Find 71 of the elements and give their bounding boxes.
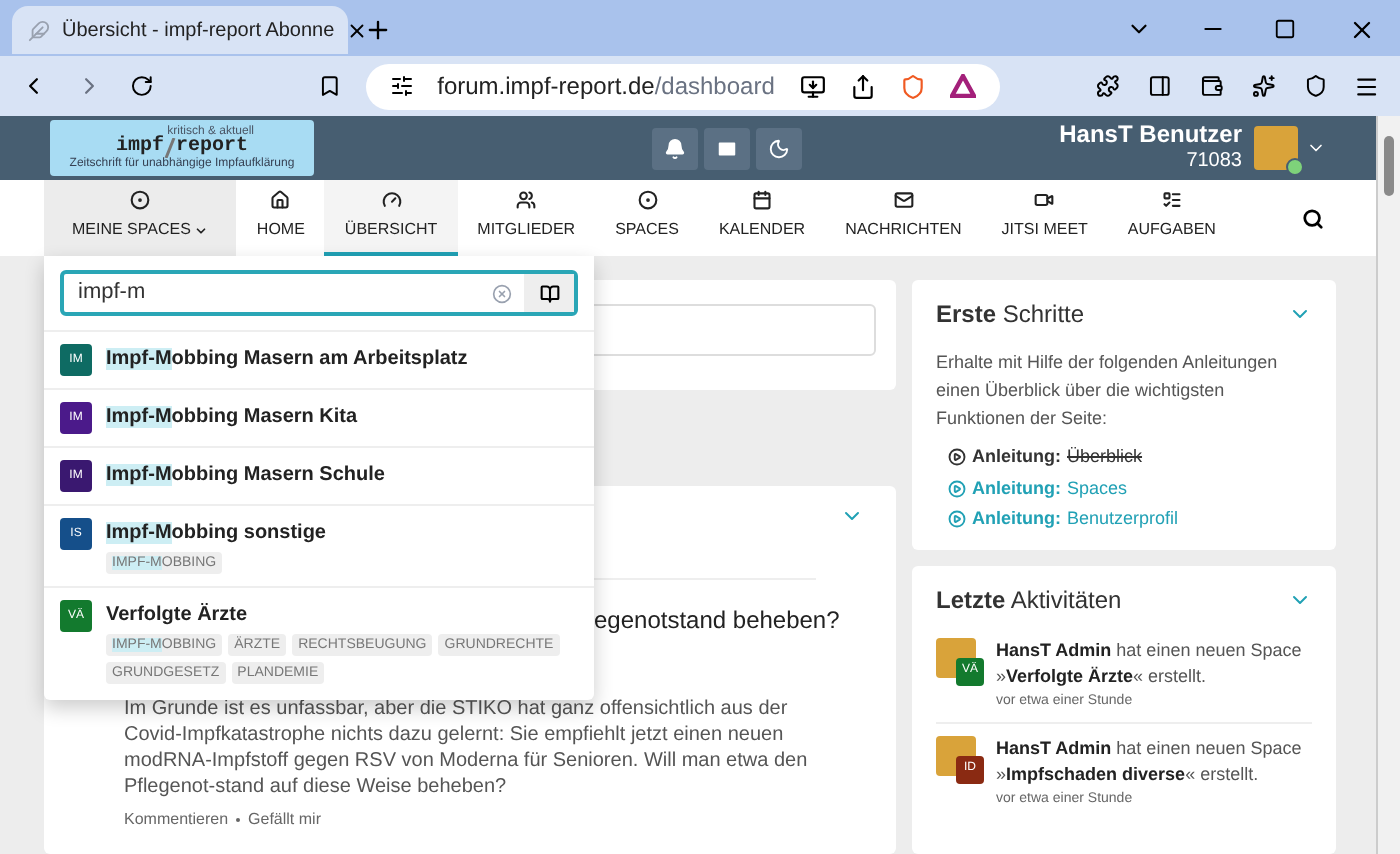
- search-icon[interactable]: [1302, 207, 1324, 229]
- sidebar-icon[interactable]: [1148, 72, 1172, 100]
- nav-tab[interactable]: JITSI MEET: [981, 180, 1108, 256]
- address-field[interactable]: forum.impf-report.de/dashboard: [365, 63, 1001, 109]
- nav-tab[interactable]: MEINE SPACES: [44, 180, 237, 256]
- new-tab-icon[interactable]: [364, 16, 392, 44]
- tutorial-link[interactable]: Anleitung: Überblick: [948, 444, 1312, 471]
- clear-icon[interactable]: [492, 283, 512, 303]
- play-icon: [948, 448, 966, 467]
- gauge-icon: [381, 190, 402, 210]
- search-value: impf-m: [76, 278, 148, 309]
- share-icon[interactable]: [850, 73, 877, 99]
- space-name: Verfolgte Ärzte: [106, 601, 250, 630]
- card-title: Erste Schritte: [936, 298, 1085, 332]
- logo-wordmark: report: [176, 138, 249, 158]
- caret-icon: [194, 223, 209, 237]
- triangle-icon[interactable]: [950, 74, 977, 98]
- book-icon: [539, 283, 559, 303]
- post-title: egenotstand beheben?: [594, 604, 840, 636]
- target-icon: [637, 190, 657, 210]
- nav-tab[interactable]: KALENDER: [698, 180, 826, 256]
- nav-tab[interactable]: MITGLIEDER: [457, 180, 596, 256]
- play-icon: [948, 479, 966, 498]
- close-window-icon[interactable]: [1348, 16, 1376, 44]
- bookmark-icon[interactable]: [317, 72, 342, 100]
- close-tab-icon[interactable]: [346, 19, 369, 41]
- play-icon: [948, 510, 966, 529]
- install-icon[interactable]: [800, 73, 827, 99]
- dark-mode-button[interactable]: [755, 127, 802, 169]
- space-search-field[interactable]: impf-m: [60, 270, 578, 316]
- calendar-icon: [752, 190, 772, 210]
- shield-icon[interactable]: [900, 73, 927, 99]
- vpn-shield-icon[interactable]: [1303, 72, 1327, 100]
- space-name: Impf-Mobbing Masern Kita: [106, 404, 358, 432]
- list-icon: [1161, 190, 1182, 210]
- user-name[interactable]: HansT Benutzer: [1059, 120, 1242, 151]
- home-icon: [270, 190, 291, 210]
- users-icon: [516, 190, 537, 210]
- space-name: Impf-Mobbing Masern Schule: [106, 462, 385, 490]
- notifications-button[interactable]: [651, 127, 698, 169]
- space-name: Impf-Mobbing sonstige: [106, 520, 328, 548]
- nav-tab[interactable]: SPACES: [595, 180, 699, 256]
- post-action-link[interactable]: Gefällt mir: [248, 808, 321, 832]
- user-id: 71083: [1186, 150, 1242, 176]
- wallet-icon[interactable]: [1199, 72, 1224, 100]
- post-body: Im Grunde ist es unfassbar, aber die STIKO hat ganz offensichtlich aus der Covid-Impfkatastrophe nichts dazu gelernt: Sie empfiehlt jetzt einen neuen modRNA-Impfstoff gegen RSV von Moderna für Senioren. Will man etwa den Pflegenot-stand auf diese Weise beheben?: [124, 696, 810, 800]
- activity-text: HansT Admin hat einen neuen Space »Verfolgte Ärzte« erstellt.: [996, 637, 1304, 689]
- space-name: Impf-Mobbing Masern am Arbeitsplatz: [106, 346, 468, 374]
- card-title: Letzte Aktivitäten: [936, 583, 1122, 617]
- messages-button[interactable]: [703, 127, 750, 169]
- target-icon: [130, 190, 151, 210]
- video-camera-icon: [1034, 190, 1055, 210]
- post-action-link[interactable]: Kommentieren: [124, 808, 229, 832]
- bell-icon: [663, 137, 686, 159]
- extensions-icon[interactable]: [1096, 72, 1121, 100]
- tab-favicon-icon: [28, 19, 50, 41]
- logo-wordmark: impf: [115, 138, 164, 158]
- nav-tab[interactable]: NACHRICHTEN: [825, 180, 982, 256]
- maximize-icon[interactable]: [1274, 18, 1296, 40]
- nav-tab[interactable]: AUFGABEN: [1107, 180, 1236, 256]
- reload-icon[interactable]: [130, 72, 154, 100]
- url-text: forum.impf-report.de/dashboard: [437, 70, 777, 104]
- moon-icon: [767, 137, 790, 159]
- sparkle-icon[interactable]: [1251, 72, 1276, 100]
- directory-button[interactable]: [524, 274, 574, 312]
- nav-tab[interactable]: HOME: [236, 180, 325, 256]
- activity-text: HansT Admin hat einen neuen Space »Impfschaden diverse« erstellt.: [996, 735, 1304, 787]
- card-text: Erhalte mit Hilfe der folgenden Anleitungen einen Überblick über die wichtigsten Funktionen der Seite:: [936, 350, 1280, 432]
- nav-tab[interactable]: ÜBERSICHT: [324, 180, 458, 256]
- tab-title: Übersicht - impf-report Abonne: [62, 17, 335, 45]
- site-settings-icon[interactable]: [389, 74, 414, 98]
